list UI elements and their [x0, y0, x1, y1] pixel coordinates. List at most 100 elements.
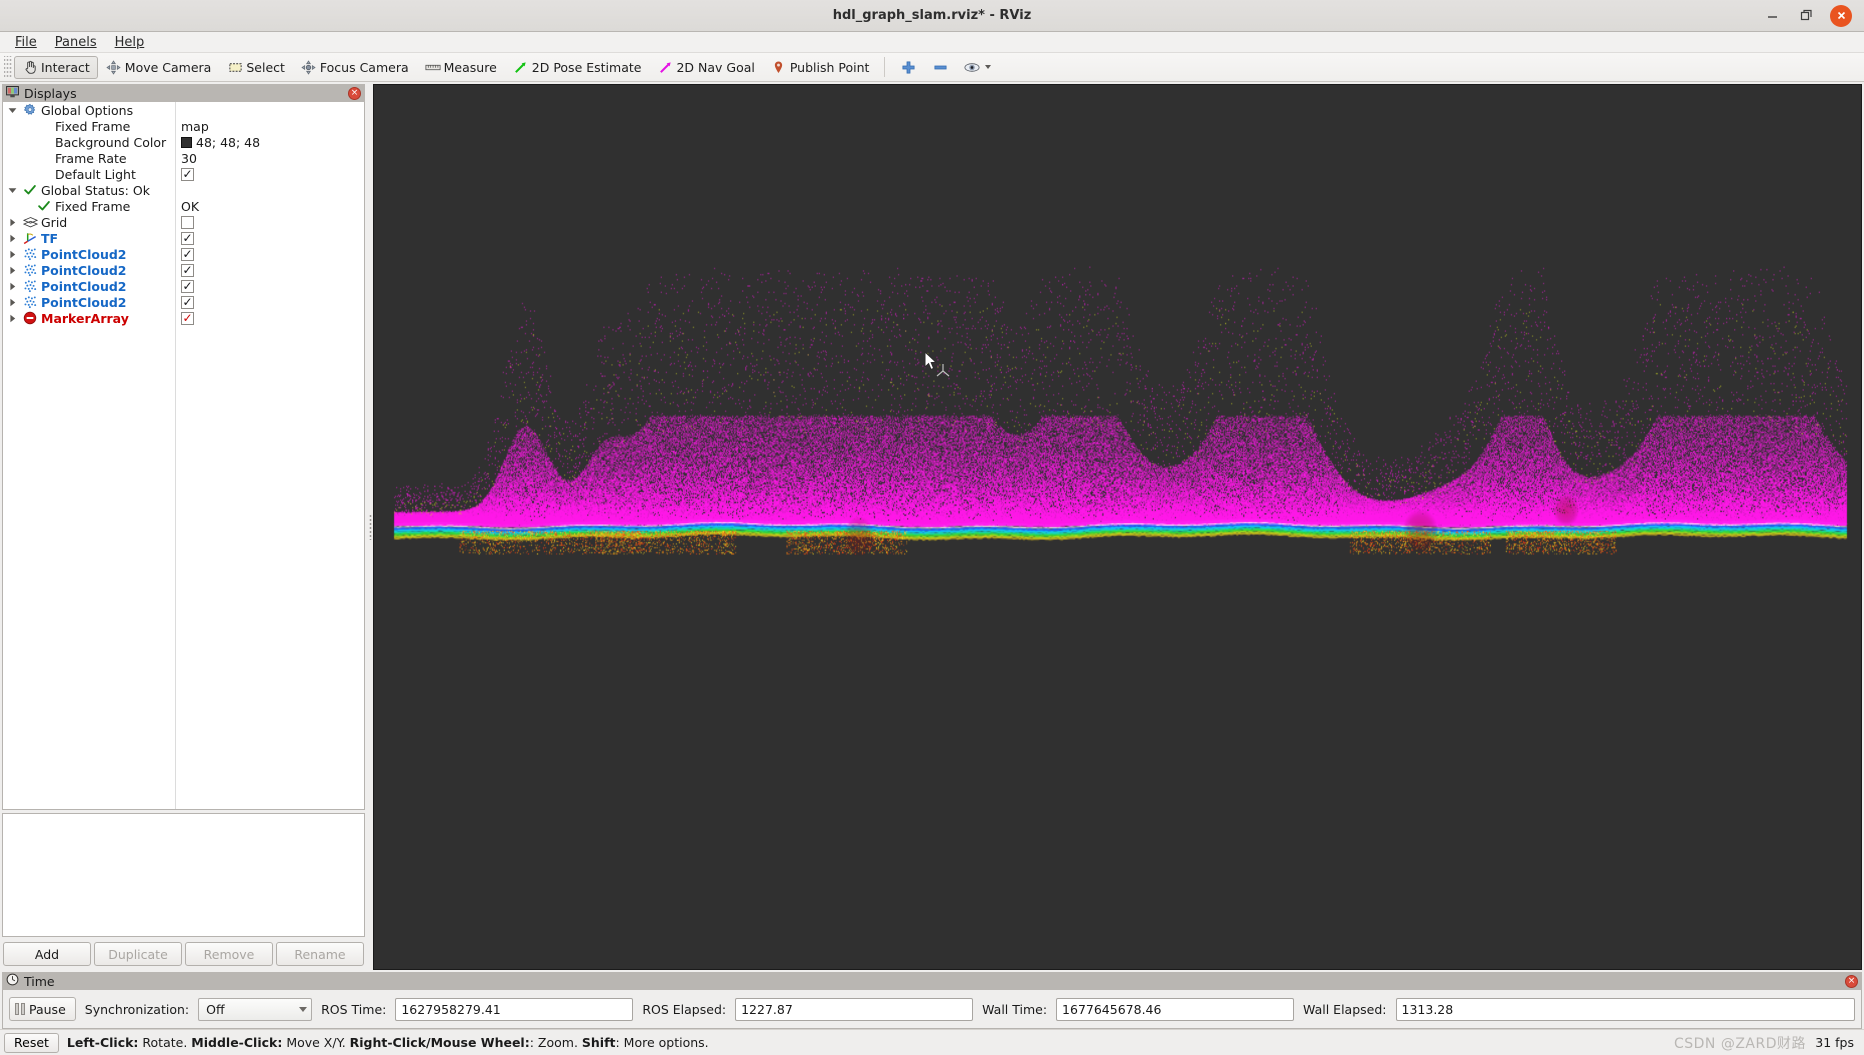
time-panel-title: Time — [24, 973, 55, 989]
display-properties-pane[interactable] — [2, 813, 365, 937]
tool-publish-point-label: Publish Point — [789, 59, 870, 75]
twisty-placeholder — [19, 135, 33, 149]
tool-measure[interactable]: Measure — [417, 56, 505, 79]
display-tree-row[interactable]: TF — [3, 230, 364, 246]
pause-button[interactable]: Pause — [9, 997, 76, 1021]
display-tree-row[interactable]: Grid — [3, 214, 364, 230]
chevron-down-icon[interactable] — [5, 183, 19, 197]
enabled-checkbox[interactable] — [181, 167, 194, 181]
maximize-button[interactable] — [1796, 6, 1816, 26]
display-tree-row-value[interactable] — [175, 215, 364, 229]
tool-move-camera-label: Move Camera — [124, 59, 212, 75]
toolbar-remove-button[interactable] — [924, 56, 956, 79]
display-tree-row[interactable]: Global Options — [3, 102, 364, 118]
add-display-button[interactable]: Add — [3, 942, 91, 966]
display-tree-row-name: PointCloud2 — [3, 279, 175, 294]
time-panel-close-icon[interactable]: × — [1845, 974, 1858, 988]
minimize-button[interactable] — [1762, 6, 1782, 26]
toolbar-add-button[interactable] — [892, 56, 924, 79]
tf-axes-icon — [22, 231, 38, 245]
tool-publish-point[interactable]: Publish Point — [763, 56, 878, 79]
wall-time-label: Wall Time: — [982, 1001, 1048, 1017]
display-tree-row-value[interactable]: map — [175, 119, 364, 134]
menu-panels[interactable]: Panels — [46, 33, 106, 52]
ros-elapsed-field[interactable]: 1227.87 — [735, 997, 974, 1021]
tool-2d-nav-goal[interactable]: 2D Nav Goal — [649, 56, 762, 79]
display-tree-row[interactable]: Background Color 48; 48; 48 — [3, 134, 364, 150]
enabled-checkbox[interactable] — [181, 279, 194, 293]
display-tree-row[interactable]: PointCloud2 — [3, 294, 364, 310]
chevron-right-icon[interactable] — [5, 215, 19, 229]
chevron-right-icon[interactable] — [5, 263, 19, 277]
icon-placeholder — [36, 167, 52, 181]
reset-button[interactable]: Reset — [4, 1032, 59, 1053]
3d-render-view[interactable] — [373, 84, 1862, 970]
icon-placeholder — [36, 119, 52, 133]
chevron-right-icon[interactable] — [5, 247, 19, 261]
menu-help[interactable]: Help — [106, 33, 154, 52]
display-tree-row-name: Background Color — [3, 135, 175, 150]
display-tree-row-value[interactable]: OK — [175, 199, 364, 214]
wall-elapsed-field[interactable]: 1313.28 — [1395, 997, 1855, 1021]
display-tree-row[interactable]: Frame Rate 30 — [3, 150, 364, 166]
display-tree-row-label: Global Options — [41, 102, 134, 118]
map-pin-icon — [771, 59, 787, 75]
display-tree-row-value[interactable]: 48; 48; 48 — [175, 135, 364, 150]
pointcloud-icon — [22, 247, 38, 261]
display-tree-row[interactable]: Global Status: Ok — [3, 182, 364, 198]
enabled-checkbox[interactable] — [181, 311, 194, 325]
enabled-checkbox[interactable] — [181, 263, 194, 277]
display-tree-row[interactable]: Default Light — [3, 166, 364, 182]
enabled-checkbox[interactable] — [181, 295, 194, 309]
display-tree-row-value[interactable] — [175, 167, 364, 181]
hint-middle-click-text: Move X/Y. — [282, 1035, 350, 1050]
display-tree-row-value[interactable] — [175, 279, 364, 293]
tool-move-camera[interactable]: Move Camera — [98, 56, 220, 79]
chevron-down-icon[interactable] — [5, 103, 19, 117]
value-text: OK — [181, 198, 200, 214]
enabled-checkbox[interactable] — [181, 247, 194, 261]
duplicate-display-button[interactable]: Duplicate — [94, 942, 182, 966]
chevron-right-icon[interactable] — [5, 295, 19, 309]
chevron-right-icon[interactable] — [5, 311, 19, 325]
display-tree-row[interactable]: Fixed Frame OK — [3, 198, 364, 214]
point-cloud-canvas[interactable] — [374, 85, 1861, 969]
display-tree-row-name: TF — [3, 231, 175, 246]
display-tree-row-value[interactable] — [175, 263, 364, 277]
tool-select[interactable]: Select — [219, 56, 293, 79]
mouse-hint-text: Left-Click: Rotate. Middle-Click: Move X… — [67, 1035, 709, 1050]
toolbar-visibility-button[interactable] — [956, 56, 999, 79]
toolbar-grip[interactable] — [4, 56, 12, 78]
displays-tree[interactable]: Global Options Fixed Frame map Background C… — [2, 102, 365, 810]
display-tree-row-value[interactable]: 30 — [175, 151, 364, 166]
color-swatch[interactable] — [181, 136, 192, 148]
display-tree-row[interactable]: MarkerArray — [3, 310, 364, 326]
viewport-container — [368, 84, 1862, 970]
enabled-checkbox[interactable] — [181, 231, 194, 245]
display-tree-row-value[interactable] — [175, 311, 364, 325]
display-tree-row-name: Global Status: Ok — [3, 183, 175, 198]
tool-focus-camera[interactable]: Focus Camera — [293, 56, 417, 79]
display-tree-row-value[interactable] — [175, 231, 364, 245]
chevron-right-icon[interactable] — [5, 231, 19, 245]
enabled-checkbox[interactable] — [181, 215, 194, 229]
menu-file[interactable]: File — [6, 33, 46, 52]
tool-interact[interactable]: Interact — [14, 55, 98, 79]
display-tree-row-label: Default Light — [55, 166, 136, 182]
displays-panel-close-icon[interactable]: × — [348, 86, 361, 100]
display-tree-row-label: Fixed Frame — [55, 118, 131, 134]
chevron-right-icon[interactable] — [5, 279, 19, 293]
synchronization-select[interactable]: Off — [198, 997, 313, 1021]
display-tree-row-value[interactable] — [175, 295, 364, 309]
display-tree-row[interactable]: Fixed Frame map — [3, 118, 364, 134]
close-button[interactable] — [1830, 4, 1852, 27]
display-tree-row[interactable]: PointCloud2 — [3, 246, 364, 262]
tool-2d-pose-estimate[interactable]: 2D Pose Estimate — [505, 56, 650, 79]
remove-display-button[interactable]: Remove — [185, 942, 273, 966]
wall-time-field[interactable]: 1677645678.46 — [1056, 997, 1295, 1021]
display-tree-row[interactable]: PointCloud2 — [3, 278, 364, 294]
rename-display-button[interactable]: Rename — [276, 942, 364, 966]
display-tree-row[interactable]: PointCloud2 — [3, 262, 364, 278]
display-tree-row-value[interactable] — [175, 247, 364, 261]
ros-time-field[interactable]: 1627958279.41 — [395, 997, 634, 1021]
